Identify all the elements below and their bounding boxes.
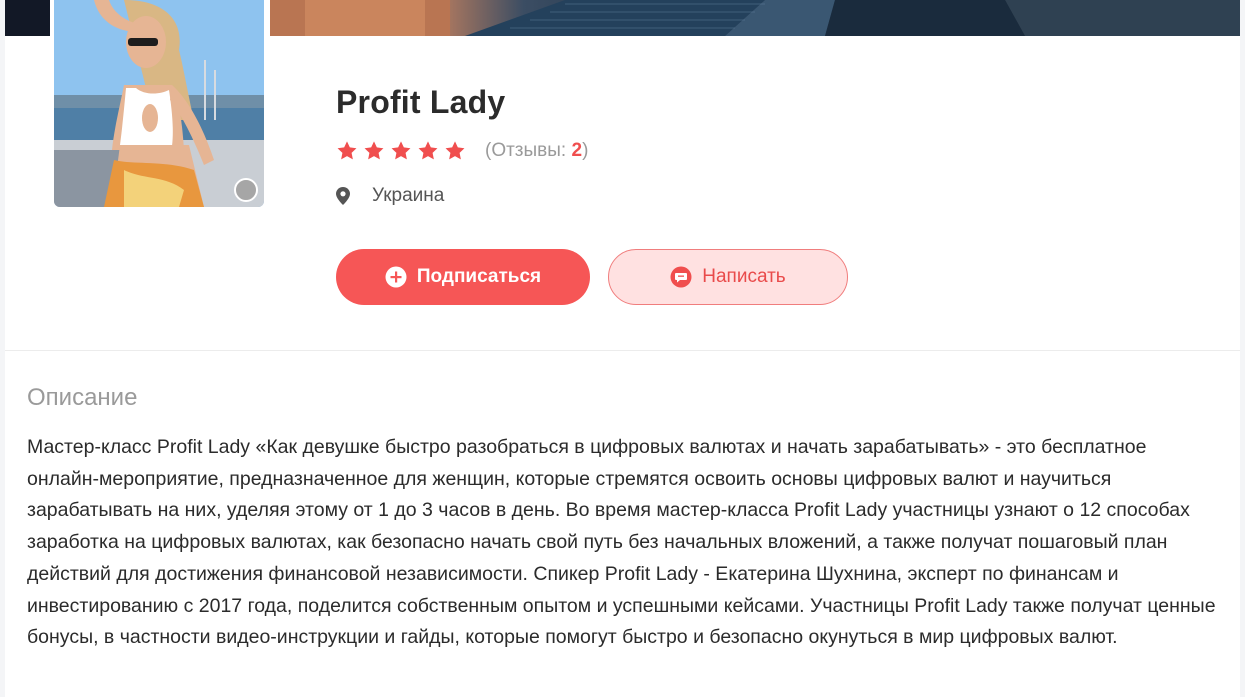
status-indicator xyxy=(234,178,258,202)
location: Украина xyxy=(336,185,444,207)
reviews-suffix: ) xyxy=(582,140,589,161)
star-icon xyxy=(391,141,411,160)
page-margin-right xyxy=(1240,0,1245,697)
section-divider xyxy=(5,350,1240,351)
description-title: Описание xyxy=(27,384,138,411)
star-icon xyxy=(418,141,438,160)
reviews-label: (Отзывы: xyxy=(485,140,572,161)
star-icon xyxy=(337,141,357,160)
star-icon xyxy=(445,141,465,160)
plus-circle-icon xyxy=(385,266,407,288)
avatar[interactable] xyxy=(54,0,264,207)
star-icon xyxy=(364,141,384,160)
chat-bubble-icon xyxy=(670,266,692,288)
subscribe-label: Подписаться xyxy=(416,266,542,287)
rating: (Отзывы: 2) xyxy=(336,140,588,162)
description-text: Мастер-класс Profit Lady «Как девушке бы… xyxy=(27,436,1216,649)
message-label: Написать xyxy=(702,266,786,287)
profile-name: Profit Lady xyxy=(336,84,506,120)
message-button[interactable]: Написать xyxy=(608,249,848,305)
map-pin-icon xyxy=(336,187,350,205)
location-text: Украина xyxy=(372,185,445,206)
subscribe-button[interactable]: Подписаться xyxy=(336,249,590,305)
reviews-link[interactable]: (Отзывы: 2) xyxy=(485,140,588,162)
reviews-count: 2 xyxy=(571,140,583,161)
